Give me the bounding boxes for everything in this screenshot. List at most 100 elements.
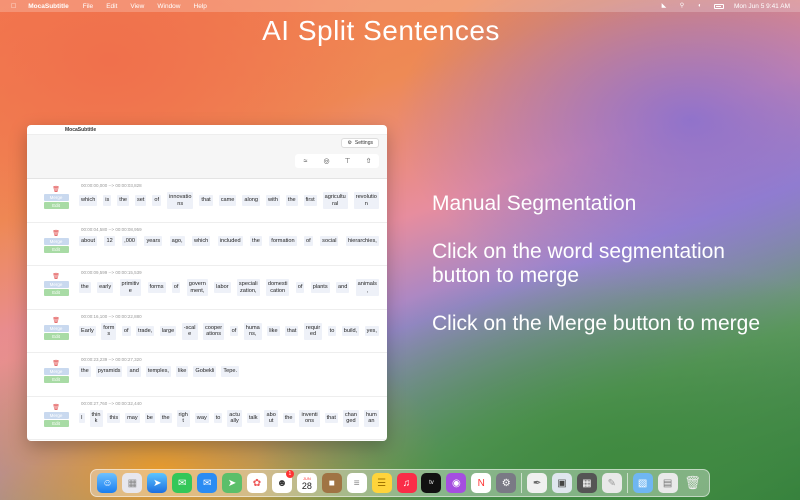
document-stack-icon[interactable]: ▤ — [657, 473, 678, 493]
word-chip[interactable]: that — [285, 325, 299, 337]
word-chip[interactable]: first — [303, 195, 317, 206]
edit-button[interactable]: Edit — [43, 289, 69, 296]
merge-button[interactable]: Merge — [43, 411, 69, 419]
word-chip[interactable]: pyramids — [95, 366, 123, 377]
waveform-icon[interactable]: ≈ — [301, 158, 311, 165]
merge-button[interactable]: Merge — [43, 324, 69, 332]
word-chip[interactable]: the — [250, 235, 262, 246]
word-chip[interactable]: agricultu ral — [322, 192, 348, 209]
maps-icon[interactable]: ➤ — [222, 473, 243, 493]
edit-button[interactable]: Edit — [43, 376, 69, 383]
word-chip[interactable]: about — [79, 235, 97, 246]
word-chip[interactable]: with — [265, 195, 280, 206]
word-chip[interactable]: Tepe. — [221, 366, 240, 377]
contacts-icon[interactable]: ☻ 1 — [271, 470, 294, 493]
menu-file[interactable]: File — [83, 3, 93, 10]
system-settings-icon[interactable]: ⚙ — [496, 473, 517, 493]
word-chip[interactable]: years — [144, 235, 163, 246]
word-chip[interactable]: may — [125, 412, 140, 424]
messages-icon[interactable]: ✉ — [172, 473, 193, 493]
script-editor-icon[interactable]: ✎ — [601, 473, 622, 493]
menu-edit[interactable]: Edit — [106, 3, 117, 10]
word-chip[interactable]: included — [217, 235, 243, 246]
word-chip[interactable]: of — [171, 282, 181, 293]
merge-button[interactable]: Merge — [43, 237, 69, 245]
word-chip[interactable]: the — [79, 366, 91, 377]
word-chip[interactable]: of — [295, 282, 305, 293]
word-chip[interactable]: chan ged — [342, 409, 359, 427]
preview-icon[interactable]: ▣ — [551, 473, 572, 493]
word-chip[interactable]: primitiv e — [119, 279, 142, 296]
word-chip[interactable]: thin k — [89, 409, 103, 427]
notes-brown-icon[interactable]: ■ — [321, 473, 342, 493]
wifi-icon[interactable]: ◣ — [660, 3, 668, 10]
word-chip[interactable]: this — [107, 412, 121, 424]
news-icon[interactable]: N — [471, 473, 492, 493]
menu-app-name[interactable]: MocaSubtitle — [28, 3, 68, 10]
delete-icon[interactable]: 🗑 — [52, 361, 60, 367]
edit-button[interactable]: Edit — [43, 245, 69, 253]
word-chip[interactable]: trade, — [136, 325, 155, 337]
word-chip[interactable]: labor — [214, 282, 231, 293]
word-chip[interactable]: came — [218, 195, 237, 206]
word-chip[interactable]: yes, — [364, 325, 379, 337]
globe-icon[interactable]: ◎ — [322, 157, 332, 165]
word-chip[interactable]: temples, — [145, 366, 171, 377]
text-split-icon[interactable]: ⊤ — [343, 157, 353, 165]
word-chip[interactable]: Gobekli — [193, 366, 217, 377]
word-chip[interactable]: 12 — [104, 235, 115, 246]
downloads-folder-icon[interactable]: ▧ — [632, 473, 653, 493]
word-chip[interactable]: build, — [341, 325, 360, 337]
photos-icon[interactable]: ✿ — [246, 473, 267, 493]
word-chip[interactable]: actu ally — [227, 409, 242, 427]
word-chip[interactable]: ,000 — [122, 235, 138, 246]
word-chip[interactable]: large — [159, 325, 177, 337]
word-chip[interactable]: cooper ations — [203, 322, 225, 340]
menu-view[interactable]: View — [130, 3, 144, 10]
battery-icon[interactable] — [713, 3, 724, 9]
search-icon[interactable]: ⚲ — [678, 3, 686, 10]
word-chip[interactable]: the — [282, 412, 295, 424]
calculator-icon[interactable]: ▦ — [576, 473, 597, 493]
merge-button[interactable]: Merge — [43, 368, 69, 375]
word-chip[interactable]: animals , — [355, 279, 379, 296]
notes-icon[interactable]: ☰ — [371, 473, 392, 493]
word-chip[interactable]: -scal e — [181, 322, 198, 340]
delete-icon[interactable]: 🗑 — [52, 318, 60, 324]
word-chip[interactable]: which — [191, 235, 211, 246]
control-center-icon[interactable]: ◐ — [696, 3, 704, 10]
calendar-icon[interactable]: JUN 28 — [296, 473, 317, 493]
word-chip[interactable]: Early — [79, 325, 96, 337]
word-chip[interactable]: early — [97, 282, 114, 293]
safari-icon[interactable]: ➤ — [147, 473, 168, 493]
delete-icon[interactable]: 🗑 — [52, 405, 60, 411]
word-chip[interactable]: huma ns, — [243, 322, 262, 340]
word-chip[interactable]: that — [324, 412, 338, 424]
word-chip[interactable]: govern ment, — [186, 279, 208, 296]
edit-button[interactable]: Edit — [43, 419, 69, 427]
word-chip[interactable]: ago, — [169, 235, 185, 246]
word-chip[interactable]: be — [144, 412, 155, 424]
word-chip[interactable]: inventi ons — [299, 409, 320, 427]
tv-icon[interactable]: tv — [421, 473, 442, 493]
word-chip[interactable]: of — [304, 235, 313, 246]
word-chip[interactable]: speciali zation, — [236, 279, 260, 296]
word-chip[interactable]: of — [121, 325, 131, 337]
word-chip[interactable]: plants — [310, 282, 330, 293]
word-chip[interactable]: and — [335, 282, 350, 293]
mail-icon[interactable]: ✉ — [197, 473, 218, 493]
delete-icon[interactable]: 🗑 — [52, 187, 60, 193]
word-chip[interactable]: social — [320, 235, 339, 246]
menu-window[interactable]: Window — [157, 3, 180, 10]
trash-icon[interactable]: 🗑 — [683, 473, 703, 493]
word-chip[interactable]: and — [127, 366, 141, 377]
apple-menu-icon[interactable]:  — [11, 3, 16, 10]
word-chip[interactable]: the — [285, 195, 298, 206]
podcasts-icon[interactable]: ◉ — [446, 473, 467, 493]
menu-clock[interactable]: Mon Jun 5 9:41 AM — [734, 3, 790, 10]
word-chip[interactable]: of — [152, 195, 162, 206]
word-chip[interactable]: domesti cation — [265, 279, 290, 296]
word-chip[interactable]: talk — [246, 412, 260, 424]
word-chip[interactable]: is — [103, 195, 112, 206]
pages-icon[interactable]: ✒ — [527, 473, 548, 493]
